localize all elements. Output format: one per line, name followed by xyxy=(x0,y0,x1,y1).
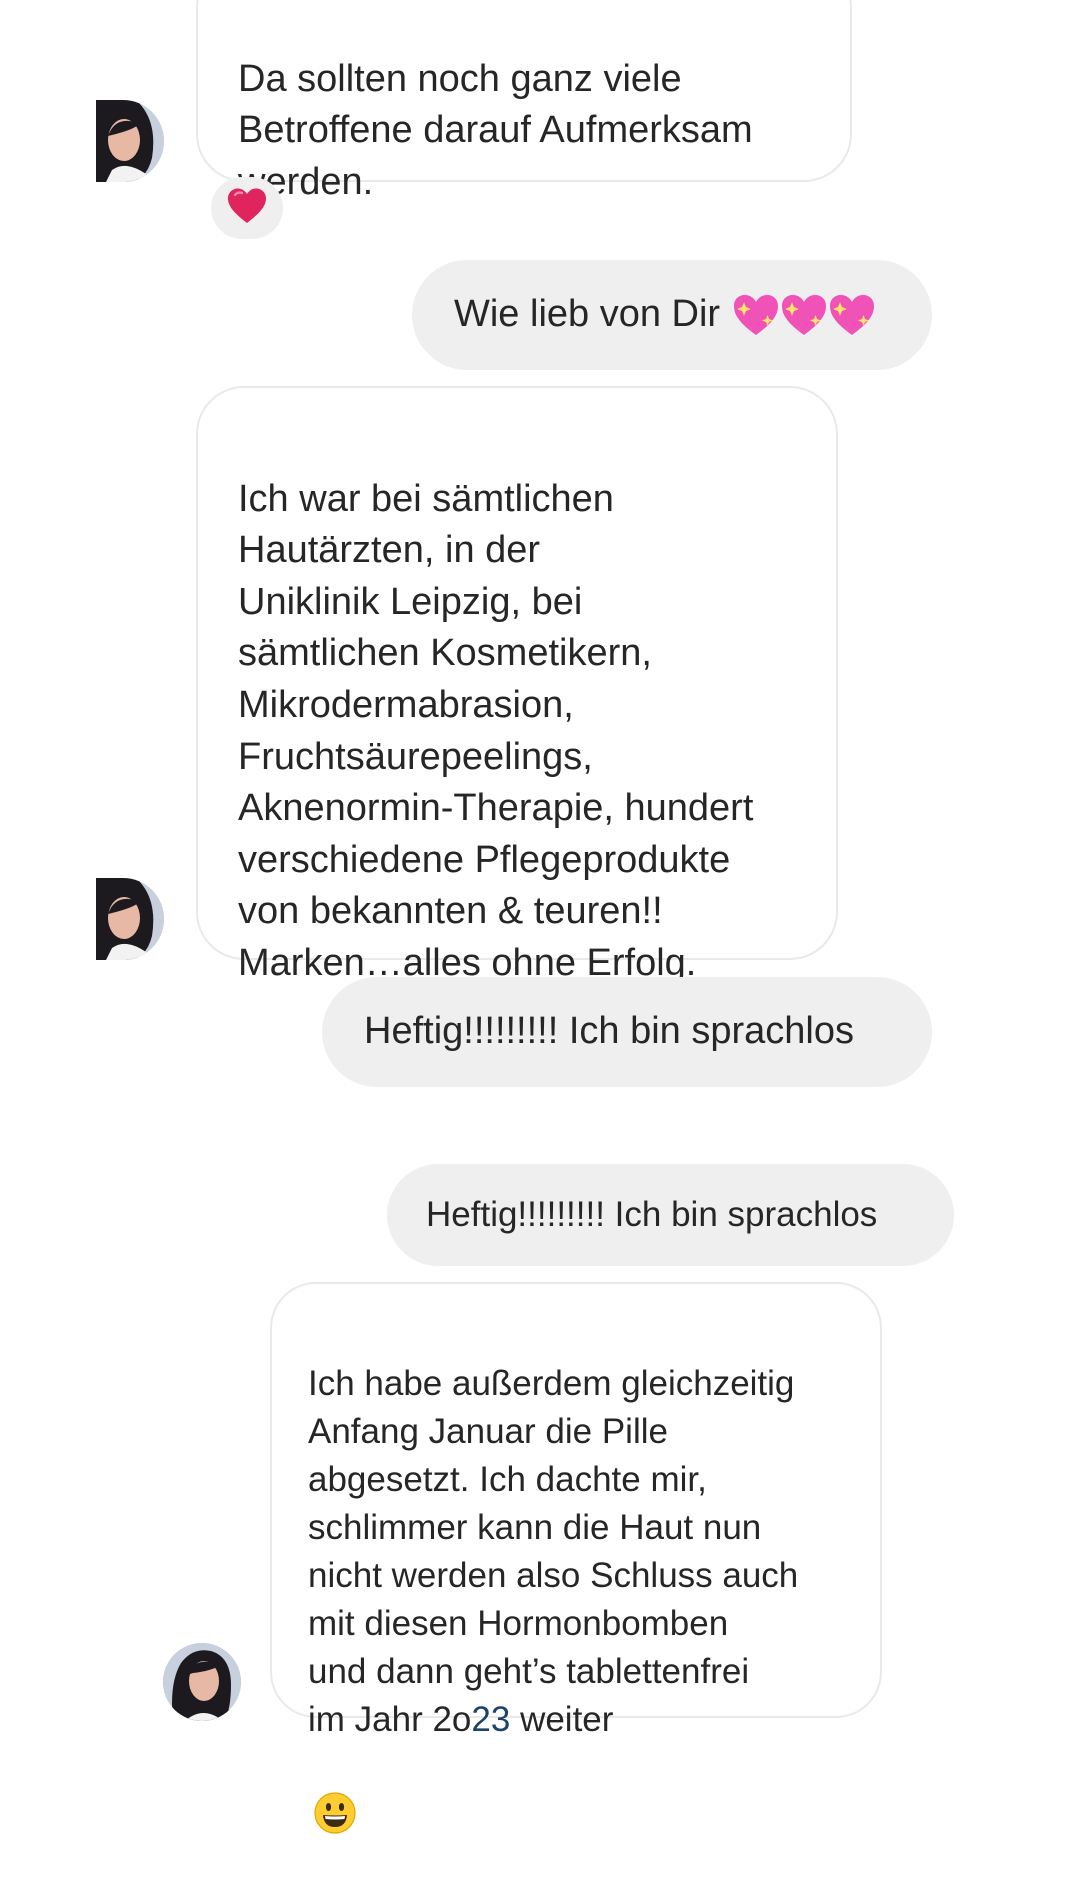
message-text: Da sollten noch ganz viele Betroffene da… xyxy=(238,57,753,203)
message-bubble-incoming[interactable]: Da sollten noch ganz viele Betroffene da… xyxy=(196,0,852,203)
contact-avatar[interactable] xyxy=(163,1643,241,1721)
sparkling-heart-icon xyxy=(780,241,828,388)
phone-number-link[interactable]: 23 xyxy=(471,1700,510,1739)
message-text-end: weiter xyxy=(510,1700,614,1739)
heart-icon xyxy=(227,188,267,229)
message-bubble-outgoing[interactable]: Heftig!!!!!!!!! Ich bin sprachlos xyxy=(387,1164,954,1266)
message-bubble-incoming[interactable]: Ich war bei sämtlichen Hautärzten, in de… xyxy=(196,386,838,984)
message-text: Ich war bei sämtlichen Hautärzten, in de… xyxy=(238,477,754,984)
contact-avatar[interactable] xyxy=(96,100,164,182)
sparkling-heart-icon xyxy=(828,241,876,388)
message-bubble-outgoing[interactable]: Wie lieb von Dir xyxy=(412,260,932,370)
message-bubble-outgoing[interactable]: Heftig!!!!!!!!! Ich bin sprachlos xyxy=(322,977,932,1087)
message-text: Heftig!!!!!!!!! Ich bin sprachlos xyxy=(364,1010,854,1053)
message-bubble-incoming[interactable]: Ich habe außerdem gleichzeitig Anfang Ja… xyxy=(270,1282,882,1834)
grinning-face-icon xyxy=(314,1744,356,1882)
message-text: Ich habe außerdem gleichzeitig Anfang Ja… xyxy=(308,1364,799,1739)
contact-avatar[interactable] xyxy=(96,878,164,960)
message-reaction[interactable] xyxy=(211,177,283,239)
message-text: Heftig!!!!!!!!! Ich bin sprachlos xyxy=(426,1195,878,1235)
message-text: Wie lieb von Dir xyxy=(454,293,721,336)
sparkling-heart-icon xyxy=(732,241,780,388)
